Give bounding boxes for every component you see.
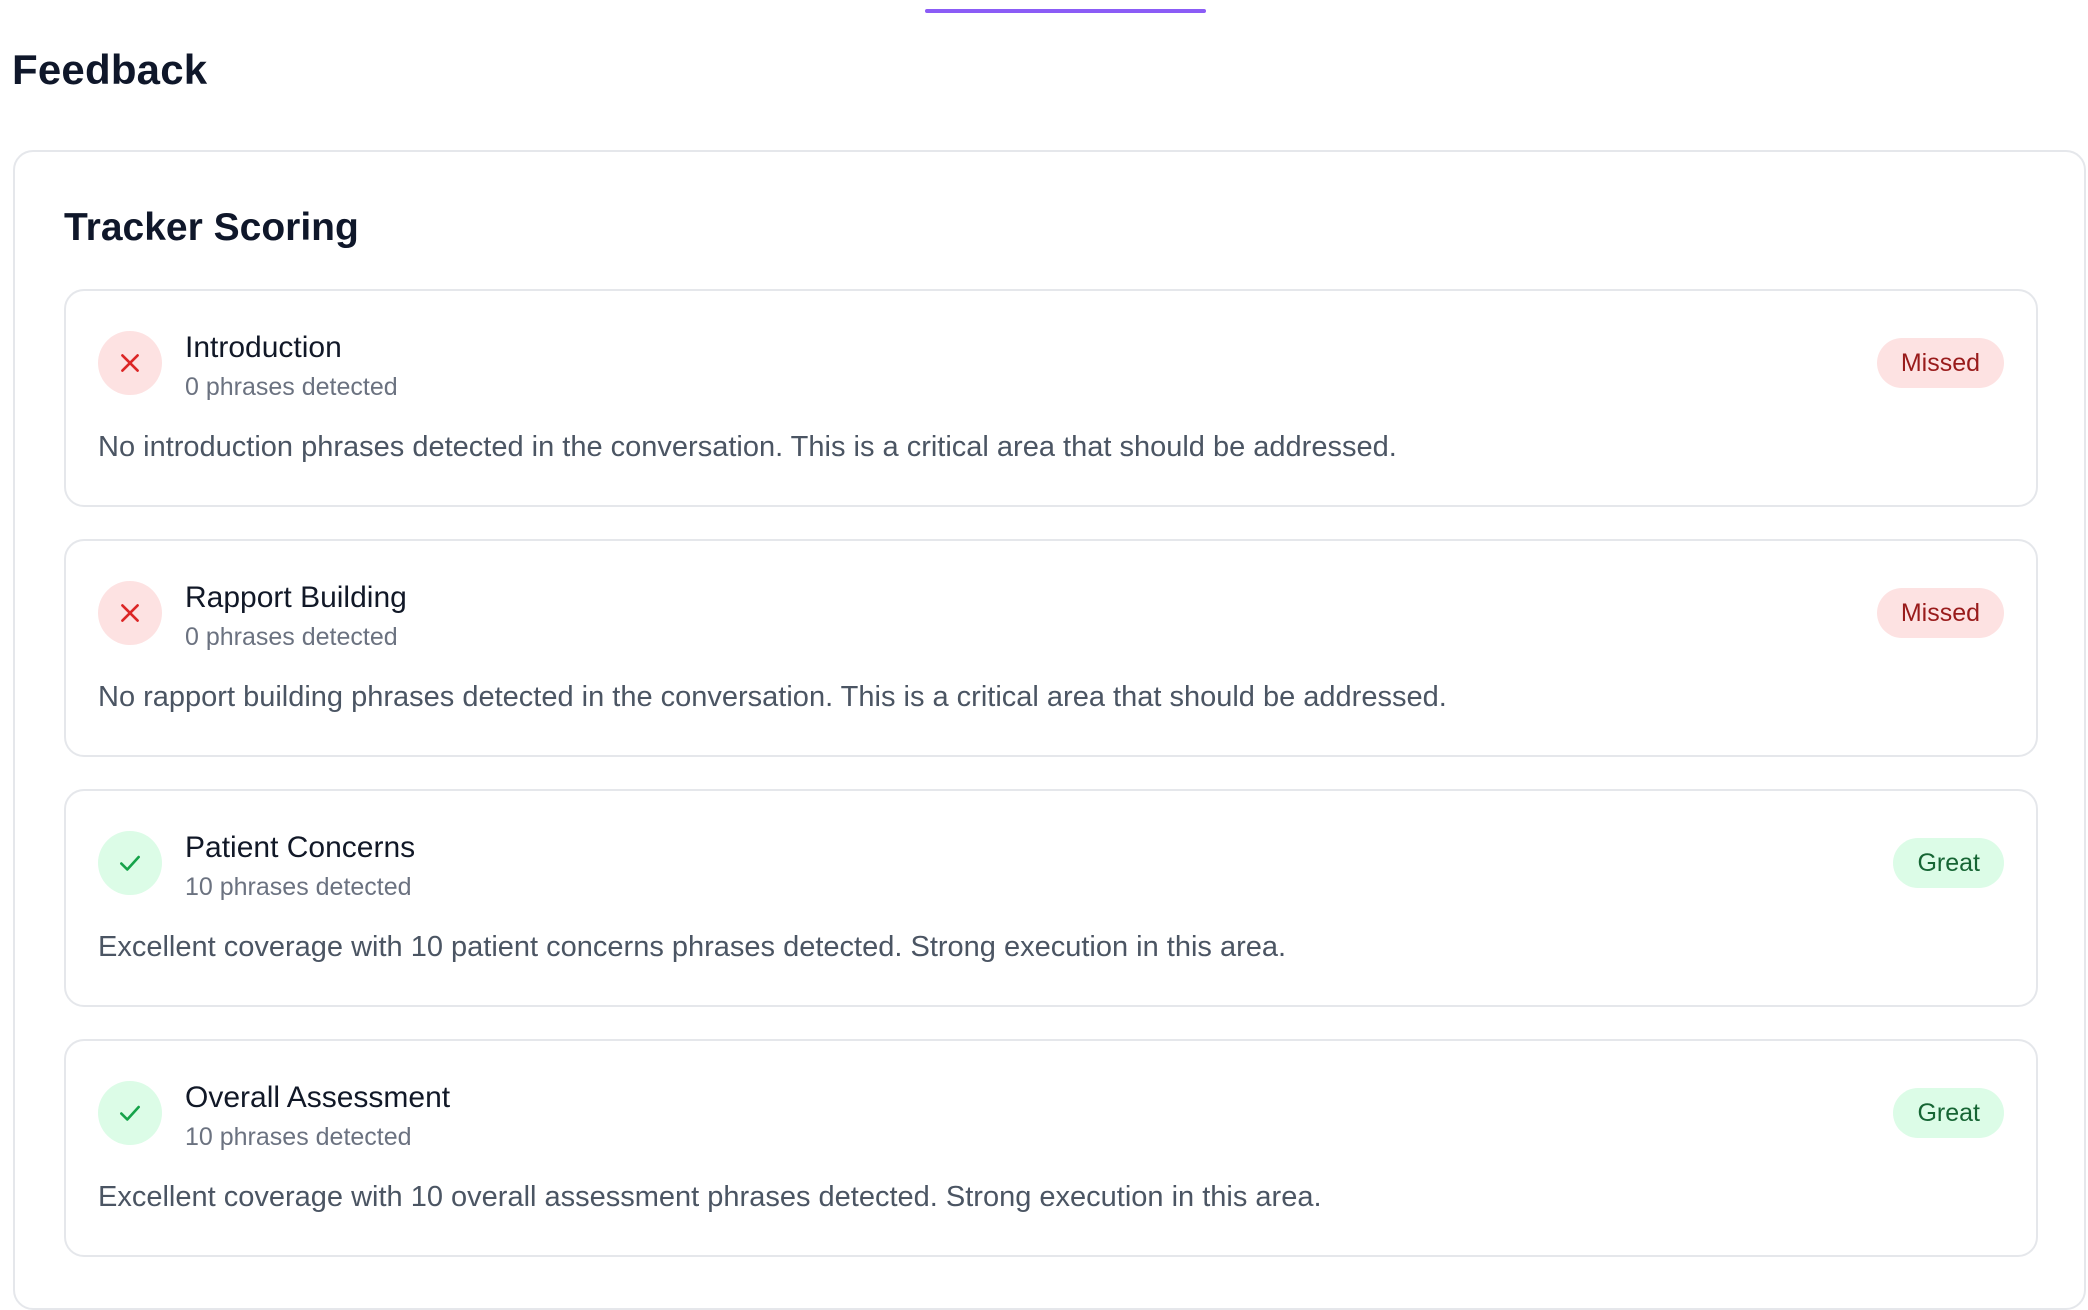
page-title: Feedback [12,46,208,93]
missed-status-circle [98,581,162,645]
tracker-count: 0 phrases detected [185,373,398,401]
great-status-circle [98,1081,162,1145]
status-badge: Great [1893,838,2004,888]
status-badge: Missed [1876,338,2004,388]
status-badge: Missed [1876,588,2004,638]
tracker-card-introduction: Introduction 0 phrases detected No intro… [64,289,2038,507]
tracker-name: Introduction [185,331,342,364]
check-icon [120,855,140,871]
tracker-name: Rapport Building [185,581,407,614]
tracker-count: 10 phrases detected [185,873,412,901]
check-icon [120,1105,140,1121]
status-badge: Great [1893,1088,2004,1138]
tracker-card-patient-concerns: Patient Concerns 10 phrases detected Exc… [64,789,2038,1007]
tracker-card-overall-assessment: Overall Assessment 10 phrases detected E… [64,1039,2038,1257]
tracker-card-rapport-building: Rapport Building 0 phrases detected No r… [64,539,2038,757]
x-icon [121,354,139,372]
tracker-description: No rapport building phrases detected in … [98,681,1447,713]
tracker-name: Overall Assessment [185,1081,451,1114]
tracker-count: 0 phrases detected [185,623,398,651]
panel-title: Tracker Scoring [64,206,359,249]
great-status-circle [98,831,162,895]
tracker-description: Excellent coverage with 10 overall asses… [98,1181,1322,1213]
tracker-list: Introduction 0 phrases detected No intro… [64,289,2038,1289]
tracker-scoring-panel: Tracker Scoring Introduction 0 phrases d… [13,150,2086,1310]
missed-status-circle [98,331,162,395]
tracker-count: 10 phrases detected [185,1123,412,1151]
tracker-description: Excellent coverage with 10 patient conce… [98,931,1287,963]
tracker-name: Patient Concerns [185,831,416,864]
tracker-description: No introduction phrases detected in the … [98,431,1397,463]
x-icon [121,604,139,622]
active-tab-indicator [925,9,1206,13]
